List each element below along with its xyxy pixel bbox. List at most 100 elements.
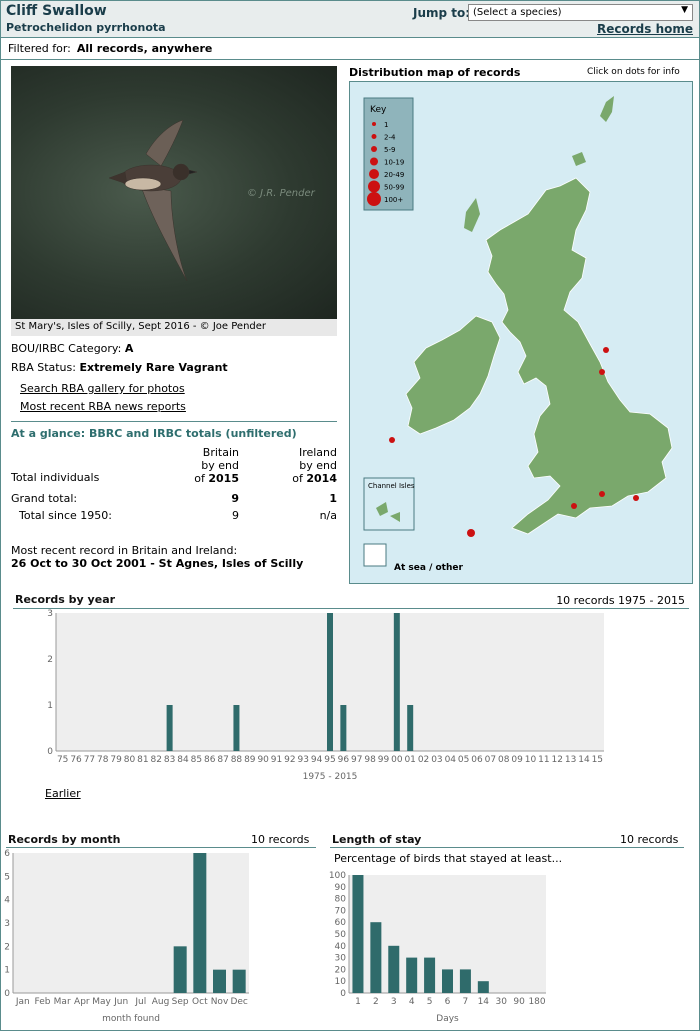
x-tick-label: 180: [528, 997, 545, 1007]
x-tick-label: 7: [463, 997, 469, 1007]
x-tick-label: 09: [511, 755, 523, 765]
bar[interactable]: [352, 875, 364, 993]
filter-bar: Filtered for: All records, anywhere: [1, 38, 699, 60]
distribution-map[interactable]: Key 1 2-4 5-9 10-19 20-49 50-99 100+ Channel I…: [349, 81, 693, 584]
x-tick-label: 07: [485, 755, 496, 765]
bar[interactable]: [173, 946, 187, 993]
records-by-year-chart: 012375 76 77 78 79 80 81 82 83 84 85 86 87 88 89 90 91 92…: [47, 609, 604, 782]
y-tick-label: 6: [4, 849, 10, 859]
key-label: 50-99: [384, 184, 404, 192]
x-tick-label: 76: [70, 755, 82, 765]
y-tick-label: 50: [335, 930, 347, 940]
record-dot[interactable]: [599, 369, 605, 375]
record-dot[interactable]: [389, 437, 395, 443]
record-dot[interactable]: [467, 529, 475, 537]
x-tick-label: 3: [391, 997, 397, 1007]
x-tick-label: 12: [551, 755, 562, 765]
x-tick-label: 08: [498, 755, 510, 765]
key-dot: [371, 134, 377, 139]
x-tick-label: 1: [355, 997, 361, 1007]
key-dot: [369, 169, 379, 179]
bar[interactable]: [166, 705, 173, 751]
y-tick-label: 1: [47, 701, 53, 711]
bar[interactable]: [407, 705, 414, 751]
bar[interactable]: [193, 853, 207, 993]
x-tick-label: 92: [284, 755, 295, 765]
record-dot[interactable]: [603, 347, 609, 353]
species-select[interactable]: (Select a species) ▼: [468, 4, 693, 21]
bar[interactable]: [477, 981, 489, 993]
records-by-month-summary: 10 records: [251, 833, 310, 846]
record-dot[interactable]: [599, 491, 605, 497]
y-tick-label: 2: [47, 655, 53, 665]
x-tick-label: 83: [164, 755, 175, 765]
x-tick-label: 14: [478, 997, 490, 1007]
ireland-column-header: Ireland by end of 2014: [292, 446, 337, 485]
x-tick-label: 96: [338, 755, 350, 765]
gallery-link[interactable]: Search RBA gallery for photos: [20, 382, 185, 395]
record-dot[interactable]: [633, 495, 639, 501]
status-label: RBA Status:: [11, 361, 76, 374]
x-axis-label: month found: [102, 1014, 160, 1024]
map-title: Distribution map of records: [349, 66, 521, 79]
key-label: 2-4: [384, 134, 396, 142]
x-tick-label: May: [92, 997, 111, 1007]
species-photo[interactable]: © J.R. Pender: [11, 66, 337, 319]
bar[interactable]: [327, 613, 333, 751]
record-dot[interactable]: [571, 503, 577, 509]
x-tick-label: 88: [231, 755, 243, 765]
jump-label: Jump to:: [413, 6, 471, 20]
x-tick-label: 04: [445, 755, 457, 765]
earlier-link[interactable]: Earlier: [45, 787, 81, 800]
bar[interactable]: [233, 705, 240, 751]
x-tick-label: Aug: [152, 997, 170, 1007]
records-home-link[interactable]: Records home: [597, 22, 693, 36]
x-tick-label: 91: [271, 755, 282, 765]
map-key: Key 1 2-4 5-9 10-19 20-49 50-99 100+: [363, 97, 414, 211]
x-tick-label: Jun: [113, 997, 128, 1007]
x-axis-label: Days: [436, 1014, 459, 1024]
x-tick-label: Oct: [192, 997, 208, 1007]
bar[interactable]: [442, 969, 453, 993]
x-tick-label: 98: [364, 755, 376, 765]
y-tick-label: 60: [335, 918, 347, 928]
common-name: Cliff Swallow: [6, 3, 107, 19]
x-tick-label: 85: [191, 755, 202, 765]
bar[interactable]: [232, 969, 246, 993]
x-tick-label: 86: [204, 755, 216, 765]
y-tick-label: 5: [4, 872, 10, 882]
y-tick-label: 3: [47, 609, 53, 619]
records-by-month-chart: 0 1 2 3 4 5 6 Jan Feb Mar Apr May Jun Jul Aug Sep Oct Nov…: [4, 849, 249, 1024]
x-tick-label: 00: [391, 755, 403, 765]
x-tick-label: 30: [496, 997, 508, 1007]
at-sea-box[interactable]: [363, 543, 387, 567]
key-dot: [368, 180, 380, 193]
y-tick-label: 0: [340, 989, 346, 999]
bar[interactable]: [406, 957, 418, 993]
x-tick-label: 97: [351, 755, 362, 765]
length-of-stay-chart: 01020304050607080901001 2 3 4 5 6 7 14 30 90 180Da…: [329, 871, 546, 1024]
x-tick-label: Sep: [172, 997, 189, 1007]
news-link[interactable]: Most recent RBA news reports: [20, 400, 186, 413]
x-tick-label: 94: [311, 755, 323, 765]
bar[interactable]: [213, 969, 226, 993]
map-key-title: Key: [370, 105, 387, 115]
x-tick-label: 14: [578, 755, 590, 765]
bar[interactable]: [388, 945, 400, 993]
x-tick-label: 11: [538, 755, 549, 765]
key-label: 20-49: [384, 171, 404, 179]
key-dot: [370, 157, 378, 166]
bar[interactable]: [459, 969, 471, 993]
bar[interactable]: [340, 705, 347, 751]
bird-image: © J.R. Pender: [108, 119, 316, 282]
y-tick-label: 70: [335, 906, 347, 916]
x-tick-label: Jul: [134, 997, 146, 1007]
bar[interactable]: [424, 957, 436, 993]
y-tick-label: 80: [335, 895, 347, 905]
bar[interactable]: [370, 922, 382, 993]
bar[interactable]: [393, 613, 400, 751]
length-of-stay-summary: 10 records: [620, 833, 679, 846]
status-value: Extremely Rare Vagrant: [79, 361, 228, 374]
category-label: BOU/IRBC Category:: [11, 342, 122, 355]
x-tick-label: 01: [404, 755, 415, 765]
